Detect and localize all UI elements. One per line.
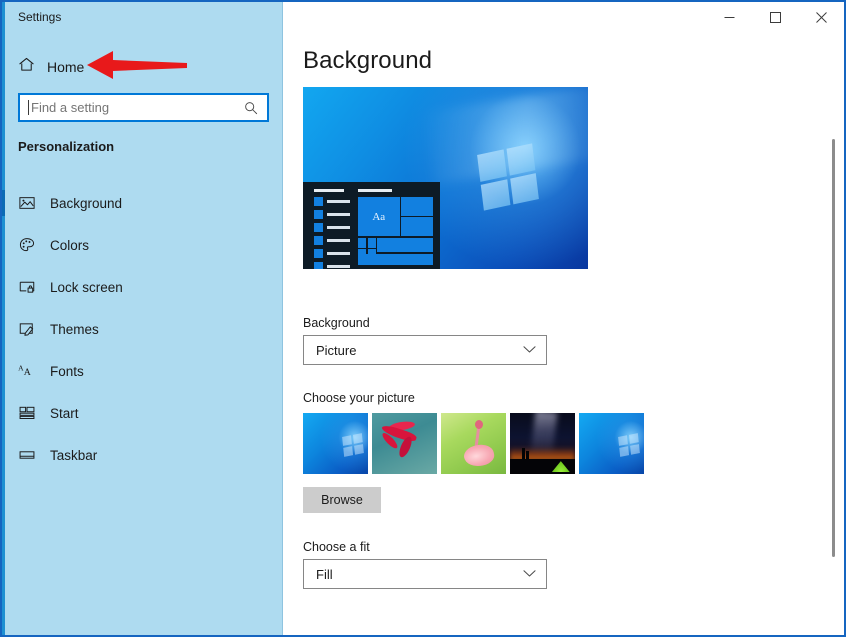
sidebar-item-colors[interactable]: Colors: [2, 224, 283, 266]
start-menu-app-row: [313, 249, 350, 259]
start-menu-tile: [357, 253, 433, 266]
sidebar-item-home[interactable]: Home: [12, 52, 84, 82]
maximize-button[interactable]: [752, 2, 798, 33]
close-icon: [815, 12, 827, 23]
choose-fit-label: Choose a fit: [303, 540, 370, 554]
search-box[interactable]: [18, 93, 269, 122]
start-menu-tiles: Aa: [357, 189, 433, 266]
fonts-aa-icon: A A: [18, 362, 36, 380]
tree-silhouette: [525, 451, 529, 460]
chevron-down-icon: [523, 565, 536, 583]
scrollbar-track[interactable]: [829, 34, 838, 631]
fit-dropdown[interactable]: Fill: [303, 559, 547, 589]
selection-indicator: [2, 442, 5, 468]
maximize-icon: [769, 12, 781, 23]
start-menu-preview: Aa: [303, 181, 440, 269]
start-menu-app-list: [313, 189, 350, 269]
choose-picture-label: Choose your picture: [303, 391, 415, 405]
selection-indicator: [2, 400, 5, 426]
search-input[interactable]: [29, 100, 244, 115]
home-icon: [18, 56, 35, 78]
windows-logo-icon: [342, 433, 365, 457]
flower-bloom: [462, 441, 497, 469]
start-menu-tile: [401, 197, 433, 216]
selection-indicator: [2, 358, 5, 384]
start-menu-tile: [367, 237, 376, 248]
start-menu-tile-large: Aa: [357, 197, 400, 236]
main-content: Background Aa Background Picture Choose …: [284, 2, 844, 635]
minimize-icon: [724, 17, 734, 18]
sidebar-item-start-label: Start: [50, 405, 79, 421]
chevron-down-icon: [523, 341, 536, 359]
start-menu-tile: [401, 217, 433, 236]
sidebar-nav-list: Background Colors Lock screen Themes A A…: [2, 182, 283, 476]
start-menu-app-row: [313, 262, 350, 269]
thumbnail-windows-default-wallpaper-2[interactable]: [579, 413, 644, 474]
lock-screen-icon: [18, 278, 36, 296]
start-menu-tiles-header: [357, 189, 393, 193]
tree-silhouette: [521, 448, 525, 460]
taskbar-icon: [18, 446, 36, 464]
selection-indicator: [2, 316, 5, 342]
page-title: Background: [303, 47, 433, 74]
sidebar: Home Personalization: [2, 2, 283, 635]
sidebar-item-background-label: Background: [50, 195, 123, 211]
title-bar: Settings: [2, 2, 844, 34]
sidebar-section-title: Personalization: [18, 139, 115, 154]
flower-bud: [474, 419, 483, 429]
window-title: Settings: [18, 10, 62, 24]
picture-icon: [18, 194, 36, 212]
scrollbar-thumb[interactable]: [832, 139, 835, 557]
svg-text:A: A: [24, 367, 31, 378]
sidebar-item-taskbar-label: Taskbar: [50, 447, 98, 463]
start-menu-header-bar: [313, 189, 345, 193]
selection-indicator: [2, 232, 5, 258]
start-menu-app-row: [313, 197, 350, 207]
background-label: Background: [303, 316, 370, 330]
minimize-button[interactable]: [706, 2, 752, 33]
thumbnail-night-sky-tent-wallpaper[interactable]: [510, 413, 575, 474]
themes-brush-icon: [18, 320, 36, 338]
sidebar-item-lock-screen[interactable]: Lock screen: [2, 266, 283, 308]
sidebar-item-themes-label: Themes: [50, 321, 99, 337]
sidebar-item-fonts-label: Fonts: [50, 363, 84, 379]
sidebar-item-taskbar[interactable]: Taskbar: [2, 434, 283, 476]
sidebar-item-home-label: Home: [47, 59, 85, 75]
palette-icon: [18, 236, 36, 254]
fit-dropdown-value: Fill: [316, 566, 333, 582]
background-dropdown[interactable]: Picture: [303, 335, 547, 365]
background-dropdown-value: Picture: [316, 342, 357, 358]
close-button[interactable]: [798, 2, 844, 33]
sidebar-item-colors-label: Colors: [50, 237, 90, 253]
browse-button[interactable]: Browse: [303, 487, 381, 513]
windows-logo-icon: [476, 143, 539, 211]
thumbnail-red-flower-wallpaper[interactable]: [372, 413, 437, 474]
start-menu-app-row: [313, 223, 350, 233]
thumbnail-pink-flower-wallpaper[interactable]: [441, 413, 506, 474]
start-menu-app-row: [313, 236, 350, 246]
desktop-preview: Aa: [303, 87, 588, 269]
start-menu-tile: [377, 237, 433, 252]
selection-indicator: [2, 274, 5, 300]
start-tiles-icon: [18, 404, 36, 422]
windows-logo-icon: [618, 433, 641, 457]
start-menu-app-row: [313, 210, 350, 220]
thumbnail-windows-default-wallpaper[interactable]: [303, 413, 368, 474]
flower-petal: [396, 435, 414, 460]
settings-window: Settings Home Find a setting Personaliza…: [0, 0, 846, 637]
sidebar-item-themes[interactable]: Themes: [2, 308, 283, 350]
sidebar-item-fonts[interactable]: A A Fonts: [2, 350, 283, 392]
start-menu-tile-text: Aa: [372, 210, 386, 223]
sidebar-item-start[interactable]: Start: [2, 392, 283, 434]
picture-thumbnail-list: [303, 413, 644, 474]
start-menu-tile: [357, 237, 366, 248]
sidebar-item-lock-screen-label: Lock screen: [50, 279, 123, 295]
sidebar-item-background[interactable]: Background: [2, 182, 283, 224]
search-icon[interactable]: [244, 101, 258, 115]
selection-indicator: [2, 190, 5, 216]
